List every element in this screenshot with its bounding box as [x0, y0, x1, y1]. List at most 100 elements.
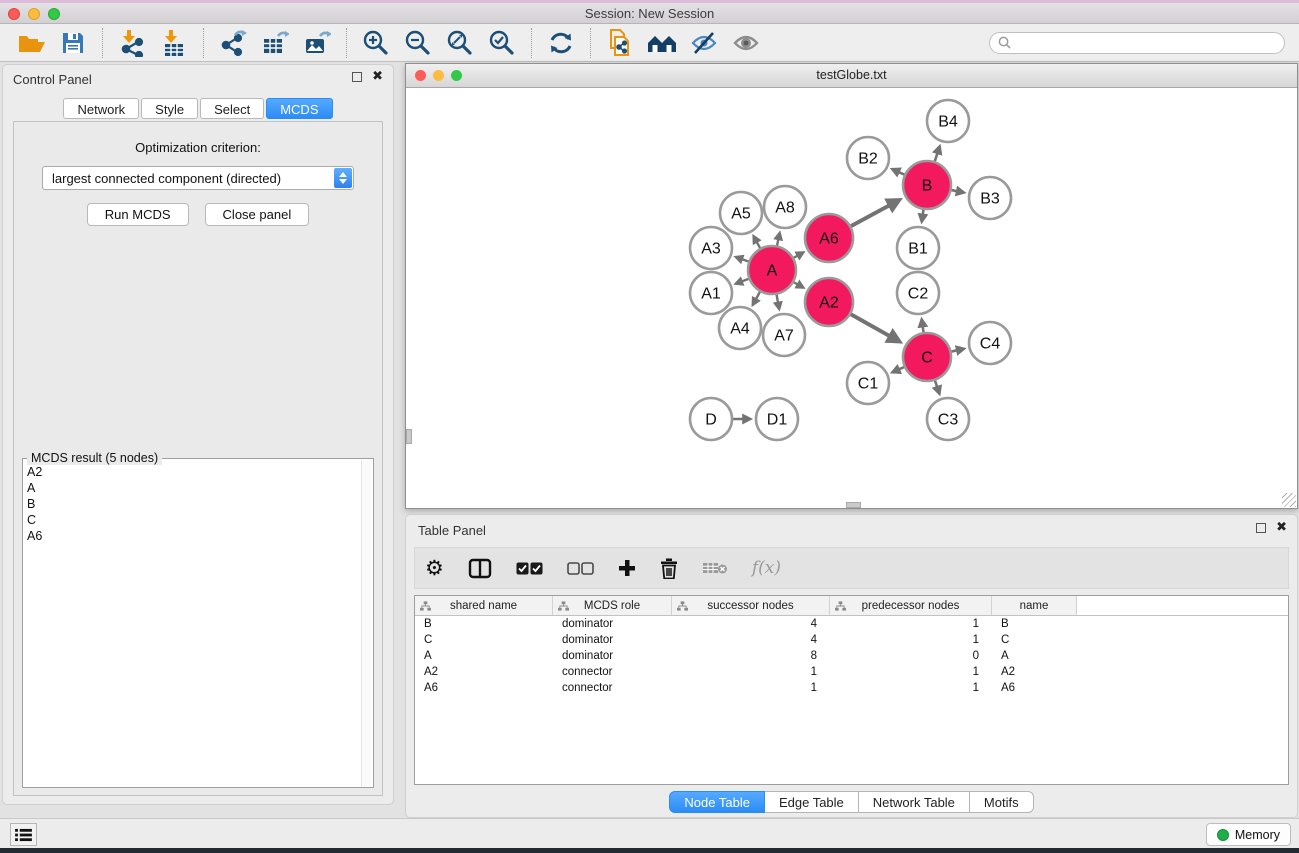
network-canvas[interactable]: AA1A2A3A4A5A6A7A8BB1B2B3B4CC1C2C3C4DD1: [406, 89, 1297, 508]
table-cell[interactable]: 1: [830, 664, 992, 680]
column-header-MCDS-role[interactable]: MCDS role: [553, 596, 672, 615]
show-task-history-button[interactable]: [10, 823, 37, 846]
graph-edge-A-A1[interactable]: [736, 279, 748, 284]
export-table-button[interactable]: [258, 27, 292, 59]
import-network-button[interactable]: [115, 27, 149, 59]
float-panel-icon[interactable]: [352, 72, 362, 82]
table-row[interactable]: Cdominator41C: [415, 632, 1288, 648]
export-image-button[interactable]: [300, 27, 334, 59]
graph-edge-C-C4[interactable]: [951, 349, 963, 352]
search-input[interactable]: [1016, 36, 1276, 50]
graph-edge-B-B4[interactable]: [935, 147, 940, 161]
save-session-button[interactable]: [56, 27, 90, 59]
table-cell[interactable]: B: [992, 616, 1077, 632]
table-cell[interactable]: dominator: [553, 616, 672, 632]
zoom-in-button[interactable]: [359, 27, 393, 59]
table-cell[interactable]: C: [415, 632, 553, 648]
graph-edge-A6-B[interactable]: [851, 200, 899, 226]
select-all-columns-button[interactable]: [516, 562, 543, 575]
table-cell[interactable]: dominator: [553, 648, 672, 664]
node-table[interactable]: shared nameMCDS rolesuccessor nodesprede…: [414, 595, 1289, 785]
table-cell[interactable]: 4: [672, 616, 830, 632]
clone-network-button[interactable]: [603, 27, 637, 59]
tab-edge-table[interactable]: Edge Table: [765, 791, 859, 813]
graph-edge-A2-C[interactable]: [851, 314, 899, 341]
table-cell[interactable]: A6: [415, 680, 553, 696]
table-cell[interactable]: A2: [992, 664, 1077, 680]
tab-style[interactable]: Style: [141, 98, 198, 119]
graph-edge-C-C2[interactable]: [922, 320, 924, 332]
table-cell[interactable]: 8: [672, 648, 830, 664]
run-mcds-button[interactable]: Run MCDS: [87, 203, 189, 226]
delete-column-button[interactable]: [660, 558, 678, 579]
table-cell[interactable]: A2: [415, 664, 553, 680]
table-row[interactable]: A2connector11A2: [415, 664, 1288, 680]
hide-details-button[interactable]: [687, 27, 721, 59]
table-cell[interactable]: A: [992, 648, 1077, 664]
result-scrollbar[interactable]: [361, 460, 372, 786]
table-cell[interactable]: 1: [672, 680, 830, 696]
tab-motifs[interactable]: Motifs: [970, 791, 1034, 813]
close-panel-button[interactable]: Close panel: [205, 203, 310, 226]
optimization-criterion-dropdown[interactable]: largest connected component (directed): [42, 166, 354, 190]
table-cell[interactable]: C: [992, 632, 1077, 648]
create-column-button[interactable]: [618, 559, 636, 577]
column-header-shared-name[interactable]: shared name: [415, 596, 553, 615]
resize-grip[interactable]: [1282, 493, 1296, 507]
open-session-button[interactable]: [14, 27, 48, 59]
graph-edge-A-A6[interactable]: [794, 253, 803, 258]
table-cell[interactable]: 4: [672, 632, 830, 648]
close-panel-icon[interactable]: ✖: [372, 72, 383, 82]
mcds-result-list[interactable]: A2ABCA6: [27, 464, 359, 785]
graph-edge-B-B1[interactable]: [922, 210, 924, 221]
network-graph[interactable]: AA1A2A3A4A5A6A7A8BB1B2B3B4CC1C2C3C4DD1: [406, 89, 1297, 508]
tab-network-table[interactable]: Network Table: [859, 791, 970, 813]
graph-edge-A-A8[interactable]: [777, 233, 780, 245]
refresh-button[interactable]: [544, 27, 578, 59]
table-row[interactable]: Bdominator41B: [415, 616, 1288, 632]
table-cell[interactable]: B: [415, 616, 553, 632]
graph-edge-A-A7[interactable]: [777, 295, 780, 309]
float-panel-icon[interactable]: [1256, 523, 1266, 533]
network-window-titlebar[interactable]: testGlobe.txt: [406, 64, 1297, 88]
close-panel-icon[interactable]: ✖: [1276, 523, 1287, 533]
first-neighbors-button[interactable]: [645, 27, 679, 59]
table-cell[interactable]: connector: [553, 664, 672, 680]
table-cell[interactable]: 1: [830, 632, 992, 648]
show-column-panel-button[interactable]: [468, 558, 492, 579]
delete-table-button[interactable]: [702, 561, 728, 575]
export-network-button[interactable]: [216, 27, 250, 59]
vertical-scrollbar-thumb[interactable]: [406, 429, 412, 444]
tab-node-table[interactable]: Node Table: [669, 791, 765, 813]
function-builder-button[interactable]: f(x): [752, 558, 781, 578]
graph-edge-C-C1[interactable]: [893, 367, 904, 372]
graph-edge-A-A3[interactable]: [736, 257, 748, 261]
table-cell[interactable]: 1: [830, 616, 992, 632]
graph-edge-A-A5[interactable]: [754, 237, 760, 248]
table-cell[interactable]: A: [415, 648, 553, 664]
table-cell[interactable]: 1: [830, 680, 992, 696]
deselect-all-columns-button[interactable]: [567, 562, 594, 575]
graph-edge-A-A4[interactable]: [753, 292, 760, 305]
horizontal-scrollbar-thumb[interactable]: [846, 502, 861, 508]
table-row[interactable]: A6connector11A6: [415, 680, 1288, 696]
zoom-selected-button[interactable]: [485, 27, 519, 59]
graph-edge-B-B3[interactable]: [951, 190, 963, 192]
table-settings-button[interactable]: ⚙: [425, 558, 444, 578]
zoom-out-button[interactable]: [401, 27, 435, 59]
table-cell[interactable]: 1: [672, 664, 830, 680]
import-table-button[interactable]: [157, 27, 191, 59]
table-row[interactable]: Adominator80A: [415, 648, 1288, 664]
graph-edge-B-B2[interactable]: [893, 169, 905, 174]
table-cell[interactable]: 0: [830, 648, 992, 664]
zoom-fit-button[interactable]: [443, 27, 477, 59]
tab-select[interactable]: Select: [200, 98, 264, 119]
tab-network[interactable]: Network: [63, 98, 139, 119]
table-cell[interactable]: connector: [553, 680, 672, 696]
table-cell[interactable]: A6: [992, 680, 1077, 696]
memory-button[interactable]: Memory: [1206, 823, 1291, 846]
tab-mcds[interactable]: MCDS: [266, 98, 332, 119]
column-header-successor-nodes[interactable]: successor nodes: [672, 596, 830, 615]
column-header-predecessor-nodes[interactable]: predecessor nodes: [830, 596, 992, 615]
show-details-button[interactable]: [729, 27, 763, 59]
